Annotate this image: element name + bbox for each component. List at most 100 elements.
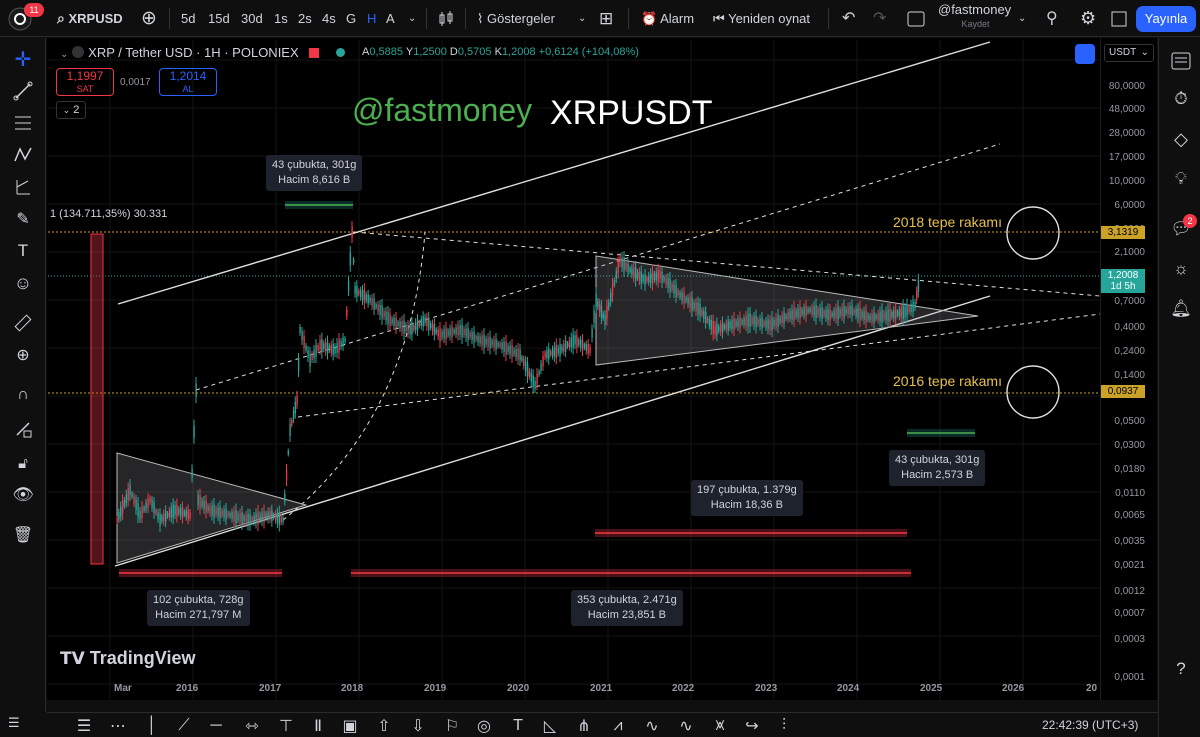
- triangle-tool-icon[interactable]: ◺: [541, 717, 559, 735]
- measure-tag-2[interactable]: 102 çubukta, 728g Hacim 271,797 M: [147, 590, 250, 626]
- tradingview-logo[interactable]: 𝗧𝗩 TradingView: [60, 648, 195, 669]
- sidebar-toggle-icon[interactable]: ☰: [8, 715, 20, 731]
- layout-grid-icon[interactable]: ⊞: [599, 0, 613, 37]
- redo-icon[interactable]: ↷: [873, 0, 886, 37]
- wave-tool-icon[interactable]: ⩙: [711, 717, 729, 735]
- buy-button[interactable]: 1,2014 AL: [159, 68, 217, 96]
- candle-body: [385, 311, 387, 321]
- measure-tag-1[interactable]: 43 çubukta, 301g Hacim 8,616 B: [266, 155, 363, 191]
- currency-selector[interactable]: USDT ⌄: [1104, 44, 1154, 62]
- emoji-icon[interactable]: ☺: [10, 270, 36, 296]
- trend-line-icon[interactable]: [10, 78, 36, 104]
- user-dropdown-icon[interactable]: ⌄: [1018, 0, 1026, 37]
- interval-1s[interactable]: 1s: [274, 0, 288, 37]
- extended-line-icon[interactable]: ⇿: [243, 717, 261, 735]
- add-symbol-icon[interactable]: ⊕: [141, 0, 157, 37]
- interval-g[interactable]: G: [346, 0, 356, 37]
- ruler-icon[interactable]: [10, 310, 36, 336]
- fullscreen-icon[interactable]: [1111, 0, 1127, 37]
- interval-30d[interactable]: 30d: [241, 0, 263, 37]
- interval-a[interactable]: A: [386, 0, 395, 37]
- trash-icon[interactable]: 🗑︎: [10, 522, 36, 548]
- candle-body: [644, 274, 646, 286]
- candle-body: [135, 500, 137, 510]
- user-menu[interactable]: @fastmoney Kaydet: [938, 3, 1013, 33]
- ideas-bulb-icon[interactable]: 💡︎: [1168, 166, 1194, 192]
- horizontal-line-icon[interactable]: ─: [207, 717, 225, 735]
- unlock-icon[interactable]: 🔓︎: [10, 450, 36, 476]
- vertical-line-icon[interactable]: │: [143, 717, 161, 735]
- rect-icon[interactable]: ▣: [341, 717, 359, 735]
- path-icon[interactable]: ⋯: [109, 717, 127, 735]
- indicators-dropdown-icon[interactable]: ⌄: [578, 0, 586, 37]
- flag-icon[interactable]: [308, 48, 319, 58]
- price-axis[interactable]: USDT ⌄ 80,0000 48,0000 28,0000 17,0000 10,000…: [1100, 38, 1157, 700]
- lock-drawings-icon[interactable]: [10, 416, 36, 442]
- t-line-icon[interactable]: ⊤: [277, 717, 295, 735]
- auto-scale-icon[interactable]: [1075, 44, 1095, 64]
- alerts-clock-icon[interactable]: ⏱: [1168, 86, 1194, 112]
- elliott-wave-icon[interactable]: ∿: [643, 717, 661, 735]
- interval-dropdown-icon[interactable]: ⌄: [408, 0, 416, 37]
- interval-5d[interactable]: 5d: [181, 0, 195, 37]
- circle-target-icon[interactable]: ◎: [475, 717, 493, 735]
- settings-gear-icon[interactable]: ⚙: [1080, 0, 1096, 37]
- measure-tag-4[interactable]: 197 çubukta, 1.379g Hacim 18,36 B: [691, 480, 803, 516]
- prediction-tool-icon[interactable]: [10, 174, 36, 200]
- zoom-in-icon[interactable]: ⊕: [10, 342, 36, 368]
- volume-profile-icon[interactable]: ⫶: [775, 717, 793, 735]
- magnet-icon[interactable]: ∩: [10, 382, 36, 408]
- arrow-up-icon[interactable]: ⇧: [375, 717, 393, 735]
- pattern-xabcd-icon[interactable]: ⩘: [609, 717, 627, 735]
- ray-icon[interactable]: ⟋: [175, 717, 193, 735]
- pitchfork-icon[interactable]: ⋔: [575, 717, 593, 735]
- quick-search-icon[interactable]: ⚲: [1046, 0, 1058, 37]
- text-t-icon[interactable]: T: [509, 717, 527, 735]
- indicators-button[interactable]: ⌇ Göstergeler: [477, 0, 555, 37]
- undo-icon[interactable]: ↶: [842, 0, 855, 37]
- symbol-title[interactable]: XRP / Tether USD · 1H · POLONIEX: [88, 45, 298, 60]
- crosshair-icon[interactable]: ✛: [10, 46, 36, 72]
- layout-box-icon[interactable]: [907, 0, 925, 37]
- candle-body: [809, 308, 811, 312]
- measure-tag-3[interactable]: 353 çubukta, 2.471g Hacim 23,851 B: [571, 590, 683, 626]
- candle-body: [174, 505, 176, 515]
- indicator-collapse-toggle[interactable]: ⌄ 2: [56, 101, 86, 119]
- fib-tool-icon[interactable]: [10, 110, 36, 136]
- symbol-search[interactable]: ⌕ XRPUSD: [57, 0, 123, 37]
- arrow-down-icon[interactable]: ⇩: [409, 717, 427, 735]
- publish-button[interactable]: Yayınla: [1136, 6, 1196, 32]
- measure-tag-5[interactable]: 43 çubukta, 301g Hacim 2,573 B: [889, 450, 986, 486]
- notifications-bell-icon[interactable]: 🔔︎: [1168, 296, 1194, 322]
- candle-body: [451, 326, 453, 338]
- candle-body: [757, 319, 759, 325]
- help-icon[interactable]: ?: [1168, 656, 1194, 682]
- candle-body: [309, 353, 311, 367]
- chevron-collapse-icon[interactable]: ⌄: [60, 49, 68, 60]
- brush-icon[interactable]: ✎: [10, 206, 36, 232]
- visibility-eye-icon[interactable]: 👁︎: [10, 482, 36, 508]
- candle-body: [550, 351, 552, 356]
- candle-body: [217, 507, 219, 517]
- sell-button[interactable]: 1,1997 SAT: [56, 68, 114, 96]
- replay-button[interactable]: ⏮ Yeniden oynat: [713, 0, 810, 37]
- clock[interactable]: 22:42:39 (UTC+3): [1042, 718, 1138, 732]
- interval-4s[interactable]: 4s: [322, 0, 336, 37]
- abc-wave-icon[interactable]: ∿: [677, 717, 695, 735]
- layers-icon[interactable]: ◇: [1168, 126, 1194, 152]
- watchlist-icon[interactable]: [1168, 48, 1194, 74]
- interval-15d[interactable]: 15d: [208, 0, 230, 37]
- h-channel-icon[interactable]: Ⅱ: [309, 717, 327, 735]
- pattern-tool-icon[interactable]: [10, 142, 36, 168]
- text-tool-icon[interactable]: T: [10, 238, 36, 264]
- alarm-button[interactable]: ⏰ Alarm: [641, 0, 694, 37]
- interval-2s[interactable]: 2s: [298, 0, 312, 37]
- candle-body: [239, 513, 241, 522]
- curve-tool-icon[interactable]: ↪: [743, 717, 761, 735]
- interval-h[interactable]: H: [367, 0, 376, 37]
- flag-marker-icon[interactable]: ⚐: [443, 717, 461, 735]
- candle-type-icon[interactable]: [437, 0, 455, 37]
- candle-body: [841, 307, 843, 317]
- hotlist-bulb-icon[interactable]: ☼: [1168, 256, 1194, 282]
- menu-lines-icon[interactable]: ☰: [75, 717, 93, 735]
